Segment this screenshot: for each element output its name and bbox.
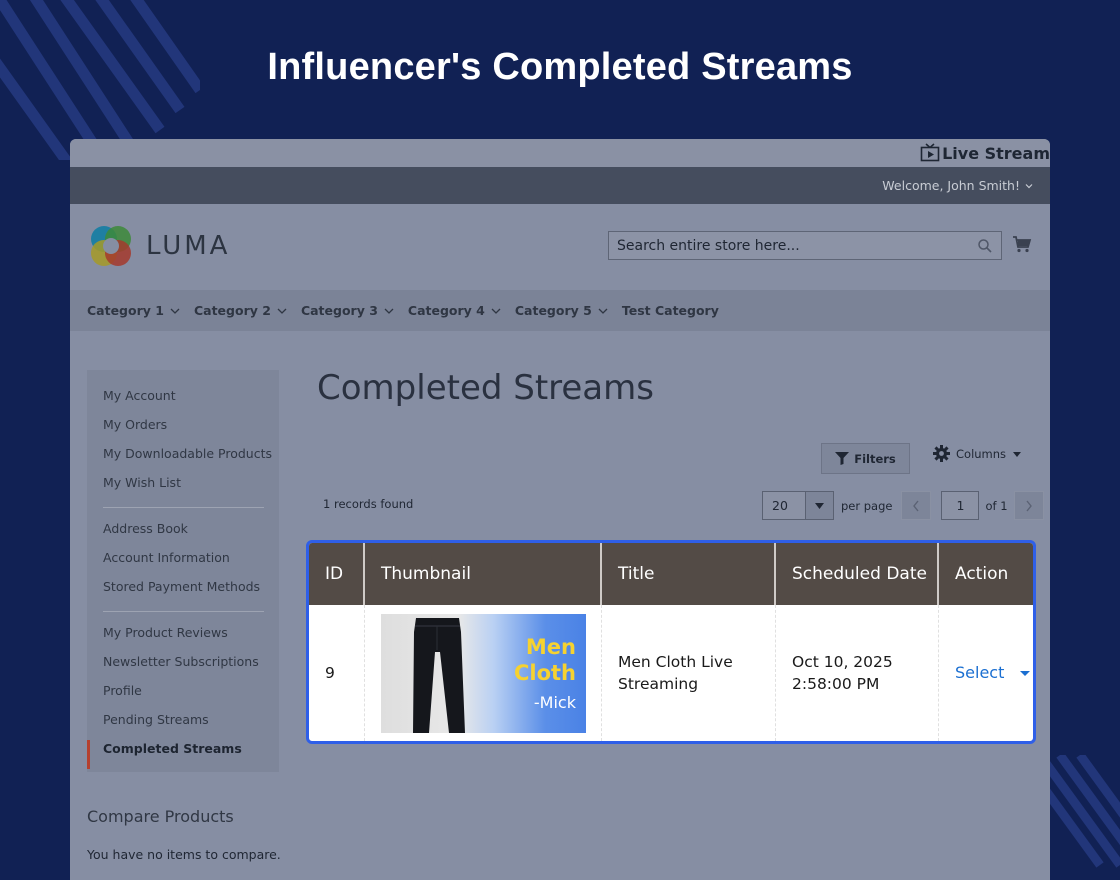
chevron-right-icon [1026, 500, 1032, 511]
chevron-left-icon [913, 500, 920, 511]
search-input[interactable] [609, 232, 1001, 259]
live-stream-label: Live Stream [942, 143, 1050, 163]
search-icon[interactable] [977, 238, 993, 254]
per-page-label: per page [841, 498, 893, 513]
nav-label: Category 2 [193, 303, 271, 318]
account-sidebar: My Account My Orders My Downloadable Pro… [87, 370, 279, 772]
columns-button[interactable]: Columns [933, 445, 1022, 462]
category-nav: Category 1 Category 2 Category 3 Categor… [70, 290, 1050, 331]
sidebar-item-profile[interactable]: Profile [87, 682, 279, 711]
sidebar-divider [103, 611, 264, 612]
caret-down-icon [1013, 451, 1022, 457]
live-stream-link[interactable]: Live Stream [920, 143, 1050, 163]
store-window: Live Stream Welcome, John Smith! LUMA Se… [70, 139, 1050, 880]
table-row: 9 Men Cloth -Mick Men Cloth Live Streami… [309, 605, 1033, 741]
compare-products-title: Compare Products [87, 807, 234, 826]
time-value: 2:58:00 PM [792, 675, 880, 693]
thumbnail-line-2: Cloth [513, 660, 576, 685]
chevron-down-icon [598, 308, 608, 314]
top-strip: Live Stream [70, 139, 1050, 167]
chevron-down-icon [491, 308, 501, 314]
logo-text: LUMA [146, 231, 231, 261]
cart-icon[interactable] [1012, 235, 1032, 253]
cell-scheduled-date: Oct 10, 2025 2:58:00 PM [776, 605, 939, 741]
page-number-input[interactable]: 1 [941, 491, 980, 520]
prev-page-button[interactable] [901, 491, 932, 520]
sidebar-item-downloadable-products[interactable]: My Downloadable Products [87, 445, 279, 474]
column-header-scheduled-date[interactable]: Scheduled Date [776, 543, 939, 605]
sidebar-item-completed-streams[interactable]: Completed Streams [87, 740, 279, 769]
cell-thumbnail: Men Cloth -Mick [365, 605, 602, 741]
store-header: LUMA [70, 204, 1050, 290]
luma-logo[interactable]: LUMA [88, 223, 230, 269]
nav-category-5[interactable]: Category 5 [515, 303, 608, 318]
filters-button[interactable]: Filters [821, 443, 910, 474]
sidebar-item-my-orders[interactable]: My Orders [87, 416, 279, 445]
sidebar-item-account-information[interactable]: Account Information [87, 549, 279, 578]
sidebar-item-my-account[interactable]: My Account [87, 387, 279, 416]
filter-icon [835, 452, 850, 465]
sidebar-item-address-book[interactable]: Address Book [87, 520, 279, 549]
per-page-toggle[interactable] [805, 492, 833, 519]
column-header-thumbnail[interactable]: Thumbnail [365, 543, 602, 605]
next-page-button[interactable] [1013, 491, 1044, 520]
thumbnail-author: -Mick [533, 692, 576, 712]
tv-play-icon [920, 143, 940, 162]
action-select-label: Select [955, 663, 1005, 682]
page-total: of 1 [985, 498, 1008, 513]
date-value: Oct 10, 2025 [792, 653, 893, 671]
customer-welcome-menu[interactable]: Welcome, John Smith! [882, 178, 1034, 193]
nav-label: Category 5 [514, 303, 592, 318]
chevron-down-icon [1025, 183, 1033, 188]
nav-label: Category 3 [300, 303, 378, 318]
gear-icon [933, 445, 950, 462]
column-header-id[interactable]: ID [309, 543, 365, 605]
streams-grid: ID Thumbnail Title Scheduled Date Action… [306, 540, 1036, 744]
nav-category-1[interactable]: Category 1 [87, 303, 180, 318]
per-page-select[interactable]: 20 [762, 491, 834, 520]
nav-test-category[interactable]: Test Category [622, 303, 719, 318]
compare-products-empty: You have no items to compare. [87, 847, 281, 862]
chevron-down-icon [170, 308, 180, 314]
sidebar-item-wish-list[interactable]: My Wish List [87, 474, 279, 503]
nav-label: Category 1 [87, 303, 164, 318]
nav-category-2[interactable]: Category 2 [194, 303, 287, 318]
decorative-stripes-bottom-right [1040, 755, 1120, 880]
welcome-text: Welcome, John Smith! [882, 178, 1020, 193]
panel-header: Welcome, John Smith! [70, 167, 1050, 204]
chevron-down-icon [384, 308, 394, 314]
logo-icon [91, 226, 131, 266]
nav-category-3[interactable]: Category 3 [301, 303, 394, 318]
column-header-title[interactable]: Title [602, 543, 776, 605]
sidebar-item-pending-streams[interactable]: Pending Streams [87, 711, 279, 740]
action-select-button[interactable]: Select [955, 662, 1031, 684]
sidebar-item-stored-payment-methods[interactable]: Stored Payment Methods [87, 578, 279, 607]
thumbnail-heading: Men Cloth [514, 634, 576, 686]
stream-thumbnail: Men Cloth -Mick [381, 613, 586, 733]
cell-title: Men Cloth Live Streaming [602, 605, 776, 741]
columns-label: Columns [956, 446, 1007, 461]
grid-header-row: ID Thumbnail Title Scheduled Date Action [309, 543, 1033, 605]
thumbnail-line-1: Men [525, 634, 576, 659]
sidebar-item-newsletter-subscriptions[interactable]: Newsletter Subscriptions [87, 653, 279, 682]
sidebar-item-product-reviews[interactable]: My Product Reviews [87, 624, 279, 653]
sidebar-divider [103, 507, 264, 508]
nav-category-4[interactable]: Category 4 [408, 303, 501, 318]
search-box [608, 231, 1002, 260]
cell-action: Select [939, 605, 1033, 741]
nav-label: Test Category [621, 303, 719, 318]
column-header-action: Action [955, 564, 1009, 584]
cell-id: 9 [309, 605, 365, 741]
filters-label: Filters [854, 451, 896, 466]
per-page-value: 20 [772, 498, 788, 513]
page-title: Completed Streams [317, 368, 654, 408]
pagination: 20 per page 1 of 1 [762, 491, 1044, 520]
hero-title: Influencer's Completed Streams [267, 46, 853, 88]
jeans-image [413, 617, 465, 733]
chevron-down-icon [277, 308, 287, 314]
records-found: 1 records found [323, 497, 414, 511]
nav-label: Category 4 [407, 303, 485, 318]
caret-down-icon [815, 502, 824, 509]
caret-down-icon [1020, 670, 1031, 676]
